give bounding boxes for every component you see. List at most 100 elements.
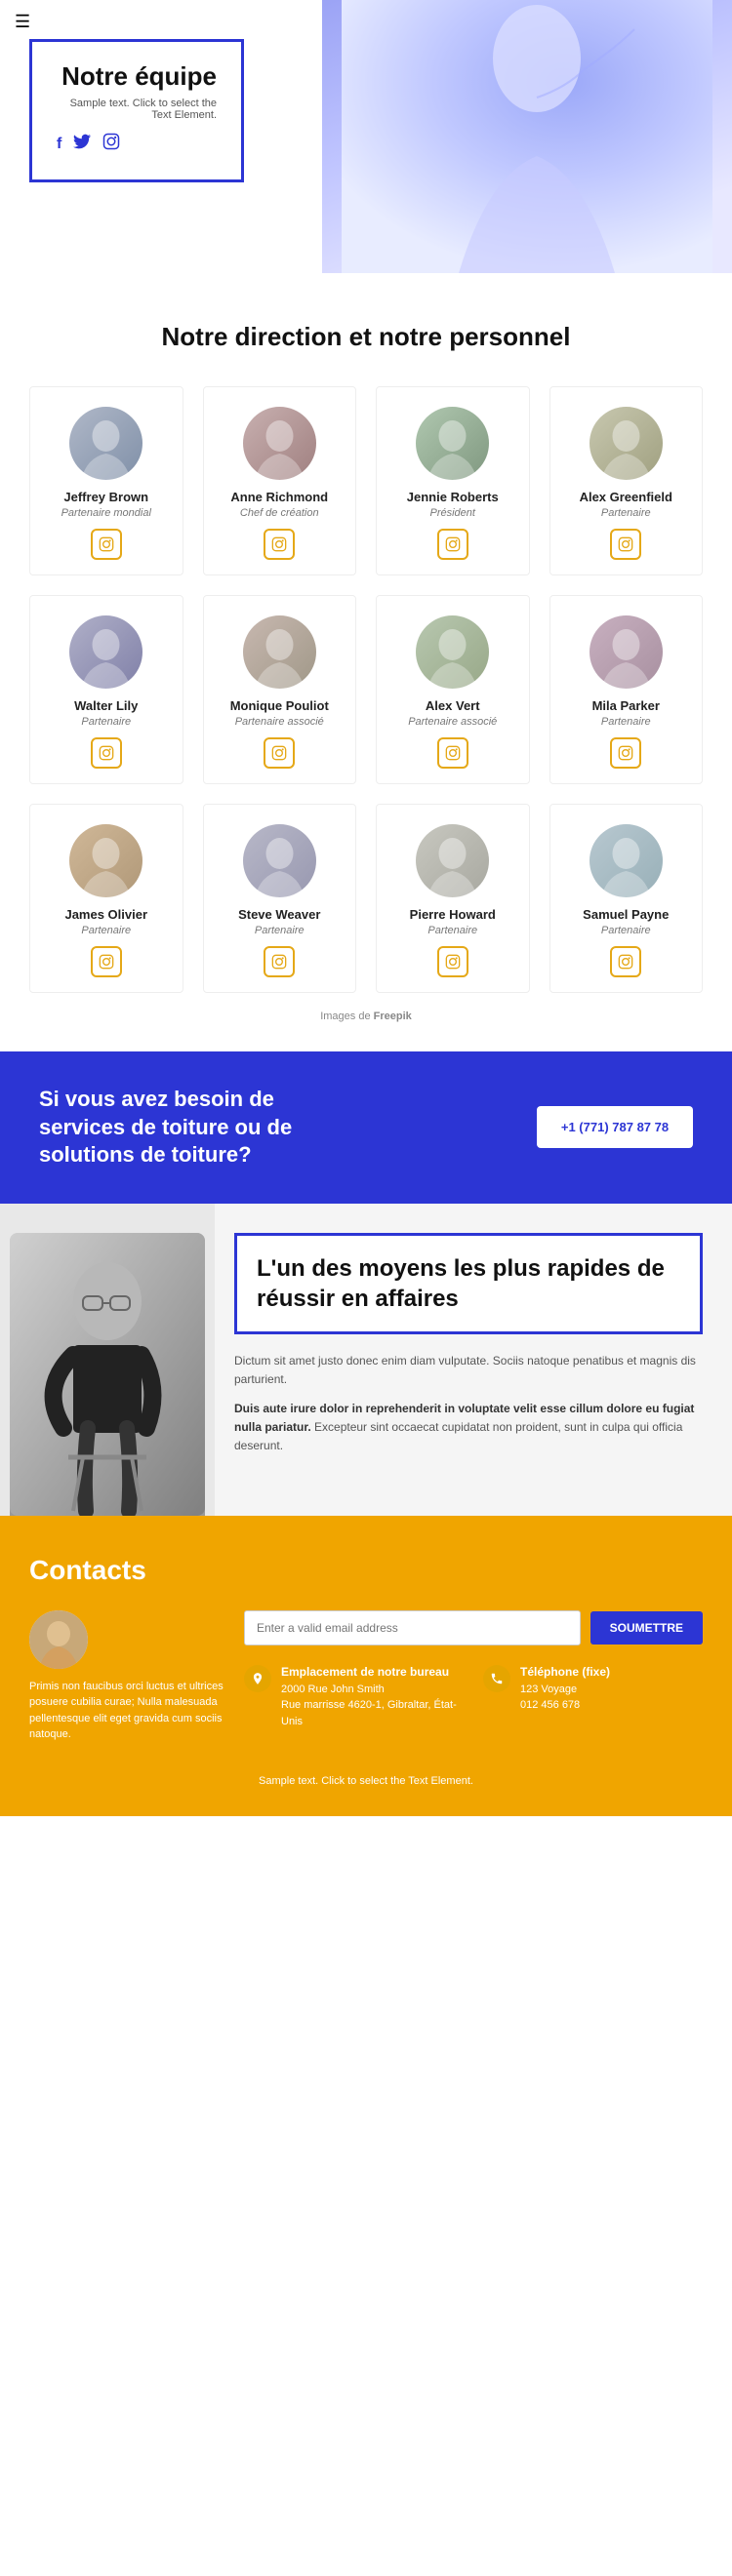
team-card: Samuel Payne Partenaire	[549, 804, 704, 993]
business-section: L'un des moyens les plus rapides de réus…	[0, 1204, 732, 1516]
phone-icon	[483, 1665, 510, 1692]
team-member-name: Pierre Howard	[410, 907, 496, 922]
contact-info-grid: Emplacement de notre bureau 2000 Rue John…	[244, 1665, 703, 1730]
location-icon	[244, 1665, 271, 1692]
contact-info-value: 2000 Rue John Smith	[281, 1682, 464, 1698]
contact-info-value: 012 456 678	[520, 1697, 610, 1714]
business-title: L'un des moyens les plus rapides de réus…	[257, 1253, 680, 1314]
team-avatar	[69, 615, 142, 689]
team-avatar	[416, 824, 489, 897]
team-avatar	[243, 615, 316, 689]
twitter-icon[interactable]	[73, 134, 91, 154]
team-member-role: Partenaire	[601, 716, 651, 728]
instagram-icon[interactable]	[91, 737, 122, 769]
team-member-role: Partenaire	[601, 925, 651, 936]
team-grid: Jeffrey BrownPartenaire mondial Anne Ric…	[29, 386, 703, 993]
team-card: Steve WeaverPartenaire	[203, 804, 357, 993]
contacts-left: Primis non faucibus orci luctus et ultri…	[29, 1610, 224, 1751]
team-member-name: Alex Vert	[426, 698, 480, 713]
team-member-role: Partenaire	[601, 507, 651, 519]
team-member-role: Président	[430, 507, 475, 519]
email-row: SOUMETTRE	[244, 1610, 703, 1645]
team-card: James Olivier Partenaire	[29, 804, 183, 993]
team-member-name: Alex Greenfield	[580, 490, 672, 504]
team-avatar	[416, 615, 489, 689]
instagram-icon[interactable]	[264, 737, 295, 769]
instagram-icon[interactable]	[437, 737, 468, 769]
team-avatar	[243, 407, 316, 480]
facebook-icon[interactable]: f	[57, 136, 61, 153]
business-image-side	[0, 1204, 215, 1516]
contacts-person-desc: Primis non faucibus orci luctus et ultri…	[29, 1679, 224, 1743]
contacts-grid: Primis non faucibus orci luctus et ultri…	[29, 1610, 703, 1751]
team-avatar	[416, 407, 489, 480]
hero-subtitle: Sample text. Click to select the Text El…	[57, 98, 217, 121]
team-title: Notre direction et notre personnel	[29, 322, 703, 352]
contact-info-title: Téléphone (fixe)	[520, 1665, 610, 1679]
instagram-icon[interactable]	[264, 529, 295, 560]
team-member-role: Partenaire associé	[408, 716, 497, 728]
contact-info-title: Emplacement de notre bureau	[281, 1665, 464, 1679]
team-member-name: Walter Lily	[74, 698, 138, 713]
team-member-name: Mila Parker	[592, 698, 660, 713]
team-member-role: Partenaire associé	[235, 716, 324, 728]
contact-info-item: Emplacement de notre bureau 2000 Rue John…	[244, 1665, 464, 1730]
instagram-icon-hero[interactable]	[102, 133, 120, 155]
instagram-icon[interactable]	[437, 946, 468, 977]
instagram-icon[interactable]	[437, 529, 468, 560]
team-member-name: Monique Pouliot	[230, 698, 329, 713]
team-member-role: Partenaire	[427, 925, 477, 936]
instagram-icon[interactable]	[91, 529, 122, 560]
contact-info-text: Téléphone (fixe) 123 Voyage012 456 678	[520, 1665, 610, 1714]
contacts-avatar	[29, 1610, 88, 1669]
team-card: Jennie Roberts Président	[376, 386, 530, 575]
team-member-role: Partenaire	[81, 716, 131, 728]
team-card: Mila Parker Partenaire	[549, 595, 704, 784]
team-avatar	[69, 824, 142, 897]
team-card: Walter Lily Partenaire	[29, 595, 183, 784]
team-card: Anne RichmondChef de création	[203, 386, 357, 575]
contact-info-item: Téléphone (fixe) 123 Voyage012 456 678	[483, 1665, 703, 1730]
team-avatar	[590, 615, 663, 689]
hero-title: Notre équipe	[57, 61, 217, 92]
team-card: Pierre Howard Partenaire	[376, 804, 530, 993]
submit-button[interactable]: SOUMETTRE	[590, 1611, 703, 1645]
business-desc2: Duis aute irure dolor in reprehenderit i…	[234, 1400, 703, 1456]
freepik-note: Images de Freepik	[29, 1011, 703, 1022]
instagram-icon[interactable]	[264, 946, 295, 977]
hero-social-icons: f	[57, 133, 217, 155]
team-card: Alex Greenfield Partenaire	[549, 386, 704, 575]
cta-banner: Si vous avez besoin de services de toitu…	[0, 1051, 732, 1204]
cta-button[interactable]: +1 (771) 787 87 78	[537, 1106, 693, 1148]
team-member-role: Partenaire	[81, 925, 131, 936]
contact-info-text: Emplacement de notre bureau 2000 Rue John…	[281, 1665, 464, 1730]
team-avatar	[243, 824, 316, 897]
instagram-icon[interactable]	[91, 946, 122, 977]
team-member-name: James Olivier	[64, 907, 147, 922]
team-card: Alex Vert Partenaire associé	[376, 595, 530, 784]
business-desc1: Dictum sit amet justo donec enim diam vu…	[234, 1352, 703, 1389]
hamburger-menu[interactable]: ☰	[15, 12, 30, 32]
contacts-section: Contacts Primis non faucibus orci luctus…	[0, 1516, 732, 1816]
contacts-footer-note: Sample text. Click to select the Text El…	[29, 1775, 703, 1787]
instagram-icon[interactable]	[610, 737, 641, 769]
hamburger-icon: ☰	[15, 12, 30, 31]
email-input[interactable]	[244, 1610, 581, 1645]
team-member-name: Steve Weaver	[238, 907, 320, 922]
business-title-box: L'un des moyens les plus rapides de réus…	[234, 1233, 703, 1334]
instagram-icon[interactable]	[610, 529, 641, 560]
team-member-name: Jennie Roberts	[407, 490, 499, 504]
hero-section: Notre équipe Sample text. Click to selec…	[0, 0, 732, 273]
team-avatar	[590, 824, 663, 897]
team-member-name: Anne Richmond	[230, 490, 328, 504]
team-member-name: Samuel Payne	[583, 907, 669, 922]
hero-image	[322, 0, 732, 273]
contact-info-value: Rue marrisse 4620-1, Gibraltar, État-Uni…	[281, 1697, 464, 1729]
business-content: L'un des moyens les plus rapides de réus…	[215, 1204, 732, 1516]
contact-info-value: 123 Voyage	[520, 1682, 610, 1698]
team-avatar	[69, 407, 142, 480]
instagram-icon[interactable]	[610, 946, 641, 977]
team-card: Monique Pouliot Partenaire associé	[203, 595, 357, 784]
team-member-role: Partenaire mondial	[61, 507, 151, 519]
team-section: Notre direction et notre personnel Jeffr…	[0, 273, 732, 1051]
